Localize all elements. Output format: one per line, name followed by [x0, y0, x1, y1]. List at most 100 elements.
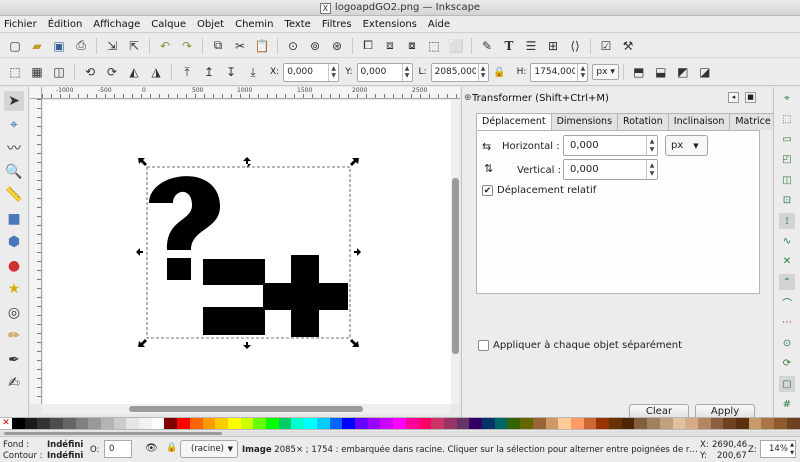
close-dialog-icon[interactable]: ■	[745, 92, 756, 103]
menu-edition[interactable]: Édition	[48, 19, 83, 30]
color-swatch[interactable]	[240, 418, 254, 429]
scale-handle-n[interactable]	[243, 157, 251, 168]
color-swatch[interactable]	[100, 418, 114, 429]
menu-chemin[interactable]: Chemin	[235, 19, 273, 30]
color-swatch[interactable]	[342, 418, 355, 429]
color-swatch[interactable]	[139, 418, 152, 429]
color-swatch[interactable]	[202, 418, 216, 429]
horizontal-input[interactable]: 0,000 ▲ ▼	[563, 135, 658, 156]
color-swatch[interactable]	[609, 418, 622, 429]
color-swatch[interactable]	[367, 418, 381, 429]
rectangle-icon[interactable]: ■	[4, 209, 24, 229]
color-swatch[interactable]	[786, 418, 800, 429]
color-swatch[interactable]	[774, 418, 787, 429]
zoom-input[interactable]: 14% ▲ ▼	[760, 440, 796, 458]
ungroup-icon[interactable]: ⬜	[448, 38, 464, 54]
group-icon[interactable]: ⬚	[426, 38, 442, 54]
x-coordinate-input[interactable]: 0,000 ▲ ▼	[283, 62, 340, 82]
copy-icon[interactable]: ⧉	[210, 38, 226, 54]
color-swatch[interactable]	[304, 418, 317, 429]
color-swatch[interactable]	[558, 418, 571, 429]
color-swatch[interactable]	[113, 418, 127, 429]
lock-ratio-icon[interactable]: 🔒	[492, 64, 508, 80]
color-swatch[interactable]	[659, 418, 673, 429]
color-swatch[interactable]	[710, 418, 724, 429]
snap-smooth-icon[interactable]: ⌒	[779, 295, 795, 311]
scrollbar-thumb[interactable]	[452, 178, 459, 354]
color-swatch[interactable]	[672, 418, 686, 429]
pen-icon[interactable]: ✒	[4, 350, 24, 370]
color-swatch[interactable]	[507, 418, 521, 429]
select-all-layers-icon[interactable]: ▦	[29, 64, 45, 80]
horizontal-stepper[interactable]: ▲ ▼	[646, 136, 657, 155]
save-icon[interactable]: ▣	[51, 38, 67, 54]
snap-bbox-corner-icon[interactable]: ◰	[779, 152, 795, 168]
color-swatch[interactable]	[418, 418, 432, 429]
deselect-icon[interactable]: ◫	[51, 64, 67, 80]
scale-handle-sw[interactable]	[138, 339, 147, 347]
print-icon[interactable]: ⎙	[73, 38, 89, 54]
color-swatch[interactable]	[482, 418, 495, 429]
tab-matrice[interactable]: Matrice	[729, 113, 777, 130]
apply-each-row[interactable]: Appliquer à chaque objet séparément	[478, 340, 682, 351]
color-swatch[interactable]	[164, 418, 178, 429]
new-document-icon[interactable]: ▢	[7, 38, 23, 54]
apply-button[interactable]: Apply	[695, 404, 755, 417]
zoom-page-icon[interactable]: ⊛	[329, 38, 345, 54]
clone-icon[interactable]: ⧈	[382, 38, 398, 54]
snap-grid-icon[interactable]: #	[779, 397, 795, 413]
lower-icon[interactable]: ↧	[223, 64, 239, 80]
undo-icon[interactable]: ↶	[157, 38, 173, 54]
color-swatch[interactable]	[520, 418, 533, 429]
snap-path-icon[interactable]: ∿	[779, 234, 795, 250]
rotate-ccw-icon[interactable]: ⟲	[82, 64, 98, 80]
color-swatch[interactable]	[354, 418, 368, 429]
canvas-horizontal-scrollbar[interactable]	[43, 404, 451, 414]
open-icon[interactable]: ▰	[29, 38, 45, 54]
vertical-ruler[interactable]	[30, 99, 42, 404]
selector-arrow-icon[interactable]: ➤	[4, 91, 24, 111]
tab-inclinaison[interactable]: Inclinaison	[667, 113, 731, 130]
fill-value[interactable]: Indéfini	[47, 440, 83, 450]
color-swatch[interactable]	[126, 418, 140, 429]
color-swatch[interactable]	[12, 418, 25, 429]
color-swatch[interactable]	[723, 418, 737, 429]
paste-icon[interactable]: 📋	[254, 38, 270, 54]
color-swatch[interactable]	[583, 418, 597, 429]
color-swatch[interactable]	[405, 418, 419, 429]
color-swatch[interactable]	[748, 418, 762, 429]
raise-icon[interactable]: ↥	[201, 64, 217, 80]
no-paint-swatch[interactable]: ✕	[0, 418, 12, 429]
scrollbar-thumb[interactable]	[129, 406, 363, 412]
scale-stroke-icon[interactable]: ⬒	[631, 64, 647, 80]
tab-dimensions[interactable]: Dimensions	[550, 113, 619, 130]
scrollbar-thumb[interactable]	[4, 432, 222, 435]
calligraphy-icon[interactable]: ✍	[4, 373, 24, 393]
transform-gradients-icon[interactable]: ◩	[675, 64, 691, 80]
align-icon[interactable]: ⊞	[545, 38, 561, 54]
unit-select[interactable]: px ▾	[592, 64, 619, 80]
color-swatch[interactable]	[266, 418, 279, 429]
flip-vertical-icon[interactable]: ◮	[148, 64, 164, 80]
zoom-selection-icon[interactable]: ⊙	[285, 38, 301, 54]
flip-horizontal-icon[interactable]: ◭	[126, 64, 142, 80]
select-all-icon[interactable]: ⬚	[7, 64, 23, 80]
menu-aide[interactable]: Aide	[428, 19, 450, 30]
scale-handle-s[interactable]	[243, 342, 251, 349]
ellipse-icon[interactable]: ●	[4, 256, 24, 276]
transform-patterns-icon[interactable]: ◪	[697, 64, 713, 80]
menu-filtres[interactable]: Filtres	[322, 19, 352, 30]
zoom-icon[interactable]: 🔍	[4, 162, 24, 182]
3d-box-icon[interactable]: ⬢	[4, 232, 24, 252]
star-icon[interactable]: ★	[4, 279, 24, 299]
color-swatch[interactable]	[443, 418, 457, 429]
color-swatch[interactable]	[697, 418, 711, 429]
color-swatch[interactable]	[469, 418, 483, 429]
spiral-icon[interactable]: ◎	[4, 303, 24, 323]
snap-rotation-icon[interactable]: ⟳	[779, 356, 795, 372]
relative-move-checkbox[interactable]: ✔	[482, 185, 493, 196]
color-swatch[interactable]	[24, 418, 38, 429]
tab-rotation[interactable]: Rotation	[617, 113, 669, 130]
apply-each-checkbox[interactable]	[478, 340, 489, 351]
stroke-value[interactable]: Indéfini	[47, 451, 83, 461]
